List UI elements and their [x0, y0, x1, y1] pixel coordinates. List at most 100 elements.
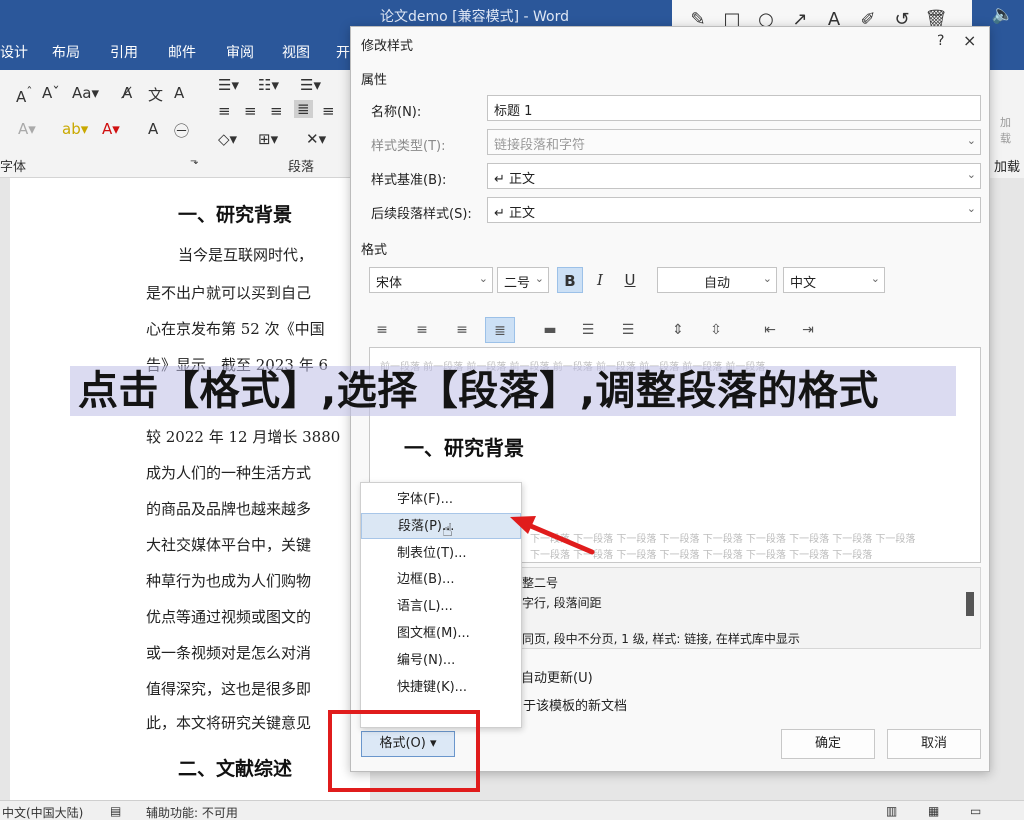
- highlight-icon[interactable]: ab▾: [62, 120, 88, 138]
- color-select[interactable]: 自动 ⌄: [657, 267, 777, 293]
- status-bar: 中文(中国大陆) ▤ 辅助功能: 不可用 ▥ ▦ ▭: [0, 800, 1024, 820]
- cancel-button[interactable]: 取消: [887, 729, 981, 759]
- single-spacing-icon[interactable]: ▬: [535, 317, 565, 343]
- group-paragraph-label: 段落: [288, 160, 315, 175]
- tab-design[interactable]: 设计: [0, 42, 28, 62]
- menu-item-language[interactable]: 语言(L)...: [361, 594, 521, 620]
- tab-references[interactable]: 引用: [110, 42, 138, 62]
- doc-line: 成为人们的一种生活方式: [146, 464, 312, 482]
- auto-update-checkbox-label[interactable]: 自动更新(U): [521, 667, 593, 686]
- preview-heading: 一、研究背景: [404, 436, 524, 460]
- next-style-select[interactable]: ↵ 正文 ⌄: [487, 197, 981, 223]
- shading-icon[interactable]: ◇▾: [218, 130, 237, 148]
- size-select[interactable]: 二号 ⌄: [497, 267, 549, 293]
- template-option-label[interactable]: 于该模板的新文档: [523, 695, 627, 714]
- mouse-cursor-icon: ☝: [442, 520, 453, 541]
- tab-mailings[interactable]: 邮件: [168, 42, 196, 62]
- track-icon[interactable]: ▤: [110, 804, 121, 818]
- desc-line: 同页, 段中不分页, 1 级, 样式: 链接, 在样式库中显示: [522, 632, 800, 646]
- menu-item-paragraph[interactable]: 段落(P)...: [361, 513, 521, 539]
- chevron-down-icon: ⌄: [534, 272, 544, 285]
- chevron-down-icon: ⌄: [966, 202, 976, 215]
- space-before-icon[interactable]: ⇕: [663, 317, 693, 343]
- multilevel-icon[interactable]: ☰▾: [300, 76, 321, 94]
- group-font-label: 字体: [0, 160, 27, 175]
- color-value: 自动: [703, 276, 730, 291]
- enclose-char-icon[interactable]: ㊀: [174, 120, 189, 141]
- chevron-down-icon: ⌄: [762, 272, 772, 285]
- change-case-icon[interactable]: Aa▾: [72, 84, 99, 102]
- style-type-select[interactable]: 链接段落和字符 ⌄: [487, 129, 981, 155]
- phonetic-icon[interactable]: 文: [148, 84, 163, 105]
- font-color-icon[interactable]: A▾: [102, 120, 120, 138]
- tab-review[interactable]: 审阅: [226, 42, 254, 62]
- style-type-label: 样式类型(T):: [371, 139, 446, 154]
- next-style-label: 后续段落样式(S):: [371, 207, 472, 222]
- doc-line: 大社交媒体平台中，关键: [146, 536, 312, 554]
- status-language[interactable]: 中文(中国大陆): [2, 804, 83, 820]
- chevron-down-icon: ⌄: [478, 272, 488, 285]
- font-dialog-launcher-icon[interactable]: ⬎: [190, 156, 198, 167]
- italic-button[interactable]: I: [587, 267, 613, 293]
- speaker-icon[interactable]: 🔈: [988, 4, 1018, 32]
- style-based-select[interactable]: ↵ 正文 ⌄: [487, 163, 981, 189]
- tab-developer[interactable]: 开: [336, 42, 350, 62]
- decrease-indent-icon[interactable]: ⇤: [755, 317, 785, 343]
- document-page[interactable]: [10, 178, 370, 800]
- space-after-icon[interactable]: ⇳: [701, 317, 731, 343]
- numbering-icon[interactable]: ☷▾: [258, 76, 279, 94]
- doc-heading-1: 一、研究背景: [178, 204, 293, 226]
- style-based-label: 样式基准(B):: [371, 173, 447, 188]
- distributed-icon[interactable]: ≡: [322, 102, 335, 120]
- clear-format-icon[interactable]: A̸: [122, 84, 132, 102]
- style-type-value: 链接段落和字符: [494, 138, 586, 153]
- description-scrollbar[interactable]: [966, 592, 974, 616]
- grow-font-icon[interactable]: Aˆ: [16, 84, 33, 106]
- menu-item-font[interactable]: 字体(F)...: [361, 487, 521, 513]
- doc-line: 是不出户就可以买到自己: [146, 284, 312, 302]
- style-based-value: ↵ 正文: [494, 172, 536, 187]
- char-border-icon[interactable]: A: [174, 84, 184, 102]
- style-name-label: 名称(N):: [371, 105, 422, 120]
- bold-button[interactable]: B: [557, 267, 583, 293]
- ok-button[interactable]: 确定: [781, 729, 875, 759]
- align-left-icon[interactable]: ≡: [367, 317, 397, 343]
- doc-line: 较 2022 年 12 月增长 3880: [146, 428, 341, 446]
- underline-button[interactable]: U: [617, 267, 643, 293]
- align-right-icon[interactable]: ≡: [270, 102, 283, 120]
- menu-item-numbering[interactable]: 编号(N)...: [361, 648, 521, 674]
- print-layout-icon[interactable]: ▦: [928, 804, 939, 818]
- close-button[interactable]: ×: [963, 31, 976, 50]
- tab-view[interactable]: 视图: [282, 42, 310, 62]
- style-name-input[interactable]: 标题 1: [487, 95, 981, 121]
- align-center-icon[interactable]: ≡: [244, 102, 257, 120]
- borders-icon[interactable]: ⊞▾: [258, 130, 278, 148]
- char-shading-icon[interactable]: A: [148, 120, 158, 138]
- sort-icon[interactable]: ✕▾: [306, 130, 326, 148]
- shrink-font-icon[interactable]: Aˇ: [42, 84, 60, 102]
- font-select[interactable]: 宋体 ⌄: [369, 267, 493, 293]
- menu-item-frame[interactable]: 图文框(M)...: [361, 621, 521, 647]
- script-select[interactable]: 中文 ⌄: [783, 267, 885, 293]
- double-spacing-icon[interactable]: ☰: [613, 317, 643, 343]
- annotation-arrow-icon: [510, 516, 595, 555]
- align-left-icon[interactable]: ≡: [218, 102, 231, 120]
- menu-item-border[interactable]: 边框(B)...: [361, 567, 521, 593]
- one-half-spacing-icon[interactable]: ☰: [573, 317, 603, 343]
- help-button[interactable]: ?: [937, 33, 944, 49]
- read-mode-icon[interactable]: ▥: [886, 804, 897, 818]
- justify-icon[interactable]: ≣: [294, 100, 313, 118]
- align-right-icon[interactable]: ≡: [447, 317, 477, 343]
- justify-icon[interactable]: ≣: [485, 317, 515, 343]
- doc-line: 优点等通过视频或图文的: [146, 608, 312, 626]
- menu-item-tabs[interactable]: 制表位(T)...: [361, 541, 521, 567]
- tab-layout[interactable]: 布局: [52, 42, 80, 62]
- format-menu: 字体(F)... 段落(P)... 制表位(T)... 边框(B)... 语言(…: [360, 482, 522, 728]
- menu-item-shortcut[interactable]: 快捷键(K)...: [361, 675, 521, 701]
- text-effect-icon[interactable]: A▾: [18, 120, 36, 138]
- web-layout-icon[interactable]: ▭: [970, 804, 981, 818]
- accessibility-status[interactable]: 辅助功能: 不可用: [146, 804, 238, 820]
- bullets-icon[interactable]: ☰▾: [218, 76, 239, 94]
- increase-indent-icon[interactable]: ⇥: [793, 317, 823, 343]
- align-center-icon[interactable]: ≡: [407, 317, 437, 343]
